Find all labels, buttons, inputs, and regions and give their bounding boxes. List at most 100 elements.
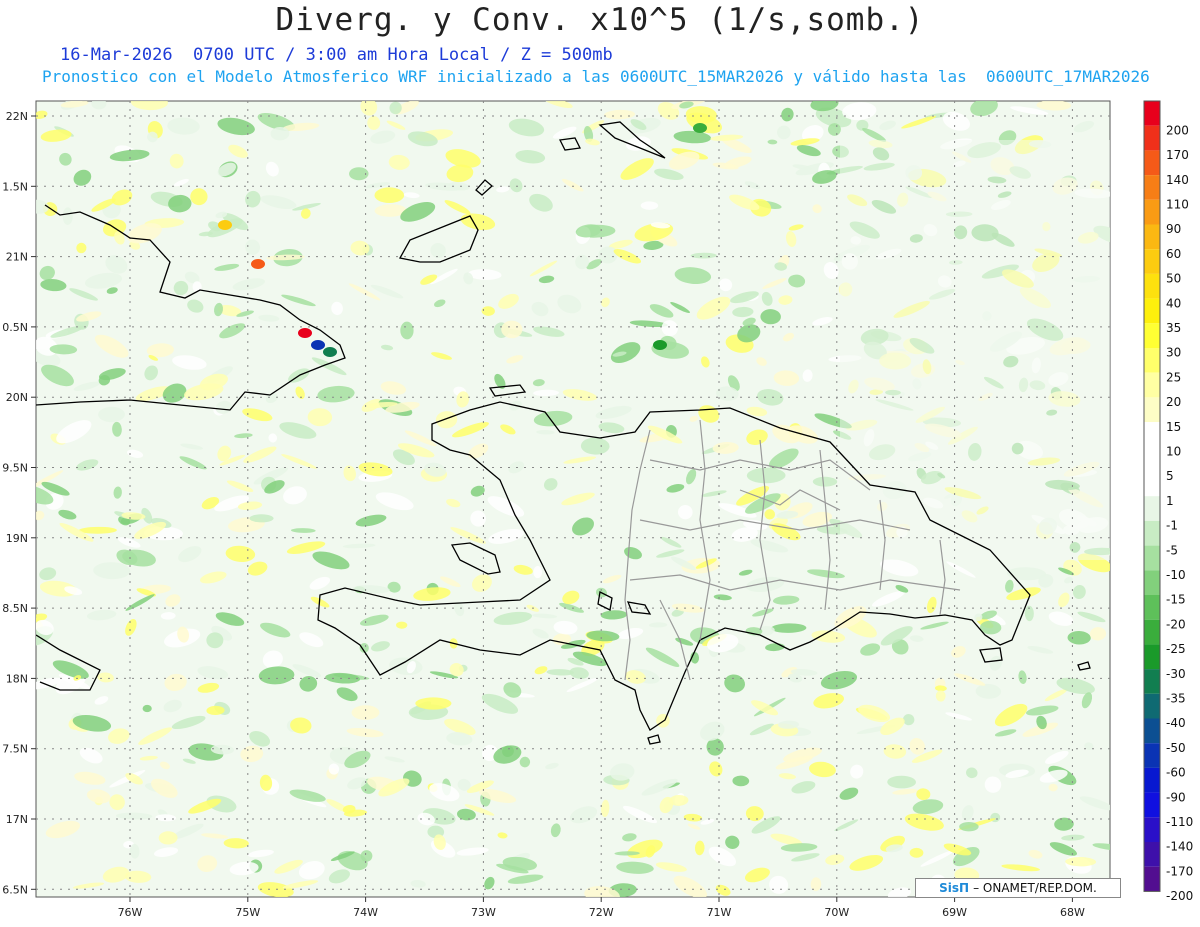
colorbar-swatch xyxy=(1144,422,1160,447)
colorbar-swatch xyxy=(1144,199,1160,225)
lon-label: 70W xyxy=(824,906,849,919)
lat-label: 6.5N xyxy=(2,883,28,896)
colorbar-label: 40 xyxy=(1166,296,1181,310)
colorbar-swatch xyxy=(1144,842,1160,867)
colorbar-swatch xyxy=(1144,792,1160,818)
colorbar-label: -30 xyxy=(1166,667,1186,681)
colorbar-swatch xyxy=(1144,101,1160,126)
credit-text: – ONAMET/REP.DOM. xyxy=(973,881,1097,895)
colorbar-label: -35 xyxy=(1166,691,1186,705)
colorbar-label: 15 xyxy=(1166,420,1181,434)
lon-label: 76W xyxy=(118,906,143,919)
field-feature xyxy=(218,220,232,230)
colorbar-label: 90 xyxy=(1166,222,1181,236)
lat-label: 9.5N xyxy=(2,462,28,475)
lon-label: 69W xyxy=(942,906,967,919)
colorbar-swatch xyxy=(1144,298,1160,324)
lon-label: 73W xyxy=(471,906,496,919)
colorbar-label: -200 xyxy=(1166,889,1193,903)
colorbar-swatch xyxy=(1144,767,1160,793)
colorbar-swatch xyxy=(1144,273,1160,299)
lat-label: 22N xyxy=(6,110,28,123)
colorbar-label: -50 xyxy=(1166,741,1186,755)
colorbar-label: 35 xyxy=(1166,321,1181,335)
colorbar-label: 10 xyxy=(1166,444,1181,458)
latitude-labels: 22N 1.5N 21N 0.5N 20N 9.5N 19N 8.5N 18N 7.5N 17N 6.… xyxy=(2,110,28,896)
field-feature xyxy=(653,340,667,350)
colorbar-swatch xyxy=(1144,595,1160,620)
lat-label: 0.5N xyxy=(2,321,28,334)
field-feature xyxy=(311,340,325,350)
colorbar-label: -140 xyxy=(1166,840,1193,854)
field-feature xyxy=(298,328,312,338)
colorbar-label: 140 xyxy=(1166,173,1189,187)
colorbar-swatch xyxy=(1144,249,1160,274)
field-blob xyxy=(62,207,73,225)
field-feature xyxy=(323,347,337,357)
colorbar-swatch xyxy=(1144,446,1160,472)
colorbar-label: 60 xyxy=(1166,247,1181,261)
colorbar-swatch xyxy=(1144,669,1160,694)
colorbar-label: -15 xyxy=(1166,593,1186,607)
lon-label: 75W xyxy=(235,906,260,919)
colorbar-label: -60 xyxy=(1166,766,1186,780)
lat-label: 17N xyxy=(6,813,28,826)
colorbar-swatch xyxy=(1144,619,1160,645)
colorbar-swatch xyxy=(1144,693,1160,719)
colorbar-swatch xyxy=(1144,718,1160,744)
colorbar-swatch xyxy=(1144,471,1160,497)
colorbar-swatch xyxy=(1144,175,1160,200)
colorbar-swatch xyxy=(1144,224,1160,250)
lat-label: 8.5N xyxy=(2,602,28,615)
field-feature xyxy=(693,123,707,133)
colorbar-label: -170 xyxy=(1166,864,1193,878)
credit-box: SisΠ – ONAMET/REP.DOM. xyxy=(915,878,1121,898)
divergence-map: 22N 1.5N 21N 0.5N 20N 9.5N 19N 8.5N 18N 7.5N 17N 6.… xyxy=(2,100,1193,919)
colorbar-label: -25 xyxy=(1166,642,1186,656)
colorbar-label: 50 xyxy=(1166,272,1181,286)
colorbar-label: 110 xyxy=(1166,197,1189,211)
colorbar-label: -110 xyxy=(1166,815,1193,829)
colorbar-label: 5 xyxy=(1166,469,1174,483)
lat-label: 21N xyxy=(6,251,28,264)
colorbar-swatch xyxy=(1144,866,1160,892)
lon-label: 68W xyxy=(1060,906,1085,919)
colorbar-swatch xyxy=(1144,348,1160,373)
field-blob xyxy=(374,187,405,203)
lon-label: 72W xyxy=(589,906,614,919)
field-blob xyxy=(640,201,659,210)
lat-label: 18N xyxy=(6,672,28,685)
colorbar-swatch xyxy=(1144,125,1160,151)
field-blob xyxy=(812,476,838,487)
colorbar-label: 25 xyxy=(1166,370,1181,384)
colorbar-swatch xyxy=(1144,644,1160,670)
colorbar: 200 170 140 110 90 60 50 40 35 30 25 20 15 10 5 1 -1 -5 -1… xyxy=(1143,100,1193,903)
field-blob xyxy=(935,690,946,702)
longitude-labels: 76W 75W 74W 73W 72W 71W 70W 69W 68W xyxy=(118,906,1085,919)
colorbar-swatch xyxy=(1144,372,1160,398)
lon-label: 71W xyxy=(707,906,732,919)
colorbar-swatch xyxy=(1144,496,1160,521)
colorbar-swatch xyxy=(1144,150,1160,176)
colorbar-label: 200 xyxy=(1166,123,1189,137)
lat-label: 19N xyxy=(6,532,28,545)
colorbar-swatch xyxy=(1144,743,1160,768)
sispi-logo: SisΠ xyxy=(939,881,970,895)
field-blob xyxy=(415,697,452,710)
field-feature xyxy=(251,259,265,269)
colorbar-swatch xyxy=(1144,545,1160,571)
field-blob xyxy=(400,321,414,340)
colorbar-swatch xyxy=(1144,520,1160,546)
colorbar-label: 30 xyxy=(1166,346,1181,360)
colorbar-label: -20 xyxy=(1166,617,1186,631)
colorbar-swatch xyxy=(1144,570,1160,595)
lat-label: 20N xyxy=(6,391,28,404)
colorbar-swatch xyxy=(1144,323,1160,348)
field-blob xyxy=(249,514,274,523)
colorbar-label: -1 xyxy=(1166,519,1178,533)
colorbar-label: -90 xyxy=(1166,790,1186,804)
colorbar-label: -40 xyxy=(1166,716,1186,730)
colorbar-swatch xyxy=(1144,397,1160,423)
calm-region xyxy=(840,140,1110,560)
colorbar-label: -10 xyxy=(1166,568,1186,582)
